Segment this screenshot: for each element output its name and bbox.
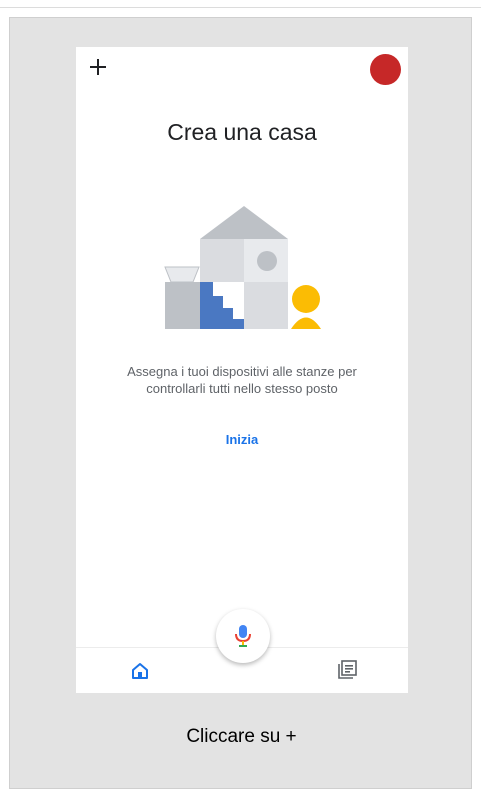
house-illustration [164,206,321,329]
person-body [291,317,321,329]
person-head [292,285,320,313]
add-plus-icon[interactable] [86,55,110,79]
roof-shape [200,206,288,239]
feed-icon [338,660,357,679]
home-tab[interactable] [131,662,149,680]
top-divider [0,7,481,8]
start-button[interactable]: Inizia [192,432,292,447]
left-block [165,282,200,329]
plus-icon [90,59,106,75]
home-icon [132,663,148,679]
microphone-icon [235,625,251,647]
feed-tab[interactable] [336,659,358,681]
voice-assistant-button[interactable] [216,609,270,663]
instruction-card: Crea una casa Assegna i tuoi dispositivi… [9,17,472,789]
right-block [244,282,288,329]
page-title: Crea una casa [167,119,317,145]
window-circle [257,251,277,271]
account-avatar[interactable] [370,54,401,85]
bowl-shape [164,266,200,283]
description-line-2: controllarli tutti nello stesso posto [146,381,338,396]
description-text: Assegna i tuoi dispositivi alle stanze p… [106,363,378,397]
phone-screen: Crea una casa Assegna i tuoi dispositivi… [76,47,408,693]
description-line-1: Assegna i tuoi dispositivi alle stanze p… [127,364,357,379]
instruction-caption: Cliccare su + [186,726,297,747]
